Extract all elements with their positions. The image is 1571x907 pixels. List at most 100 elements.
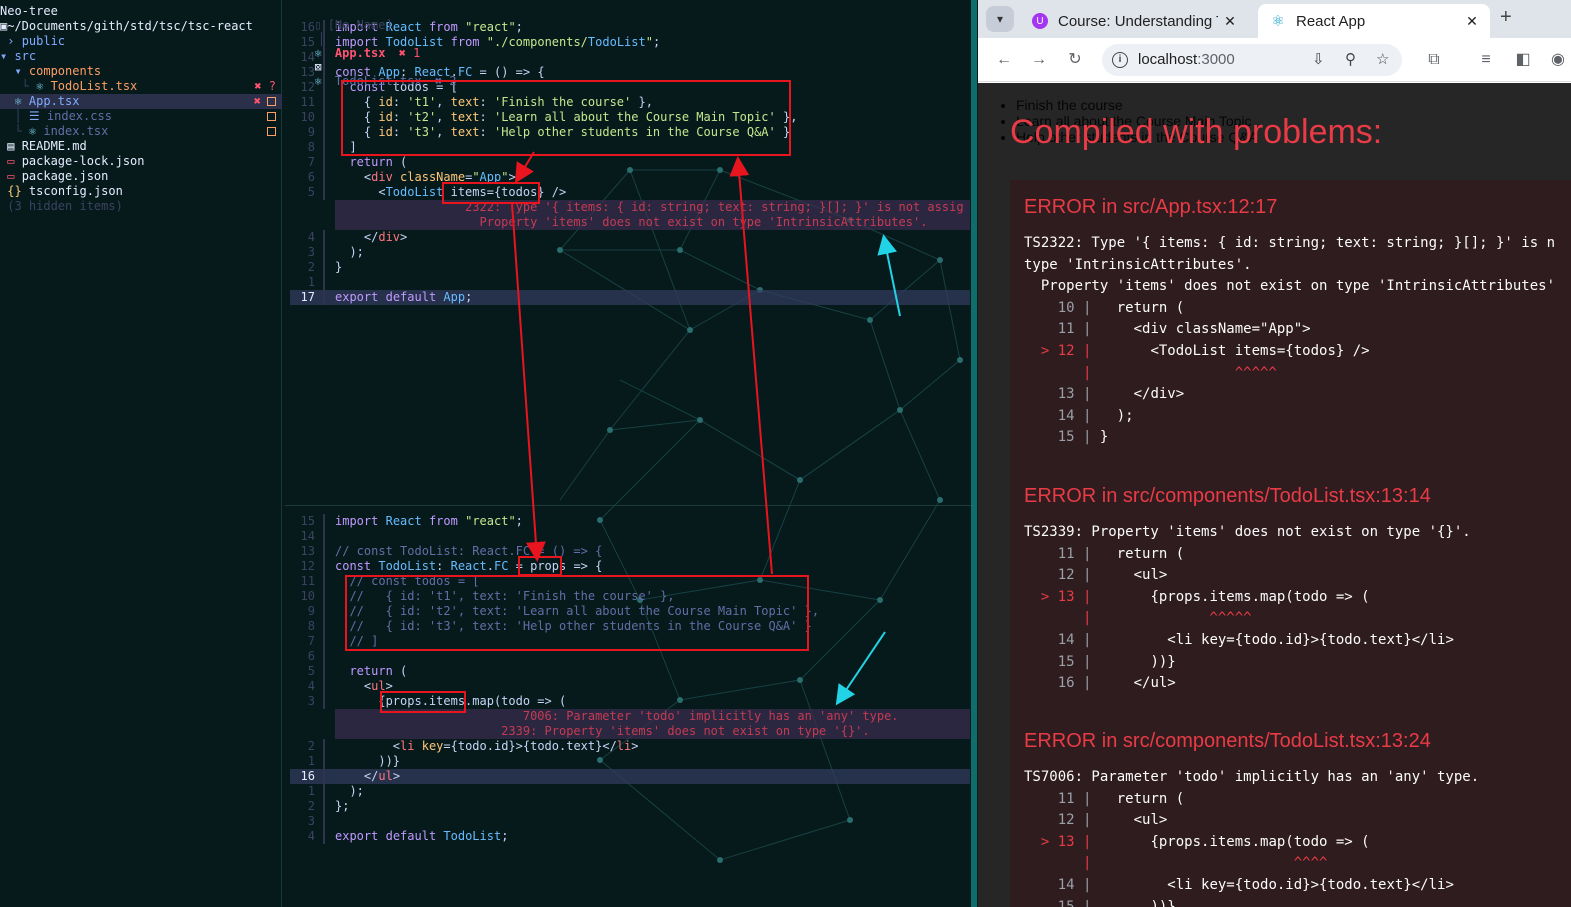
react-icon: ⚛ xyxy=(314,74,329,88)
diagnostic-message[interactable]: 7006: Parameter 'todo' implicitly has an… xyxy=(335,709,970,724)
react-icon: ⚛ xyxy=(1270,13,1286,30)
code-line[interactable]: 2} xyxy=(290,260,970,275)
code-line[interactable]: 8 // { id: 't3', text: 'Help other stude… xyxy=(290,619,970,634)
error-code-line: 11 | <div className="App"> xyxy=(1024,318,1311,340)
code-line[interactable]: 4 </div> xyxy=(290,230,970,245)
code-text: ); xyxy=(335,784,364,798)
line-number: 12 xyxy=(300,559,315,573)
tree-item[interactable]: └ ⚛ index.tsx xyxy=(0,124,282,139)
extensions-icon[interactable]: ⧉ xyxy=(1424,50,1444,70)
code-line[interactable]: 4 export default TodoList; xyxy=(290,829,970,844)
code-line[interactable]: 15 import React from "react"; xyxy=(290,514,970,529)
tree-item[interactable]: ⚛ App.tsx ✖ xyxy=(0,94,282,109)
side-panel-icon[interactable]: ◧ xyxy=(1513,50,1533,70)
browser-tab-course[interactable]: U Course: Understanding T ✕ xyxy=(1020,4,1248,38)
tree-item[interactable]: › public xyxy=(0,34,282,49)
code-line[interactable]: 13 // const TodoList: React.FC = () => { xyxy=(290,544,970,559)
code-line[interactable]: 2 <li key={todo.id}>{todo.text}</li> xyxy=(290,739,970,754)
error-code-line: > 12 | <TodoList items={todos} /> xyxy=(1024,340,1370,362)
new-tab-button[interactable]: + xyxy=(1500,6,1512,29)
code-line[interactable]: 17 export default App; xyxy=(290,290,970,305)
code-line[interactable]: 2}; xyxy=(290,799,970,814)
code-text: <ul> xyxy=(335,679,393,693)
diagnostic-message[interactable]: 2322: Type '{ items: { id: string; text:… xyxy=(335,200,970,215)
explorer-root[interactable]: ▣~/Documents/gith/std/tsc/tsc-react xyxy=(0,19,282,34)
code-line[interactable]: 10 { id: 't2', text: 'Learn all about th… xyxy=(290,110,970,125)
error-line-text: 12 | <ul> xyxy=(1024,812,1168,829)
code-line[interactable]: 3 {props.items.map(todo => ( xyxy=(290,694,970,709)
code-line[interactable]: 8 ] xyxy=(290,140,970,155)
error-line-text: 16 | </ul> xyxy=(1024,675,1176,692)
back-icon[interactable]: ← xyxy=(994,50,1014,70)
browser-tab-react-app[interactable]: ⚛ React App ✕ xyxy=(1258,4,1490,38)
error-code-line: | ^^^^^ xyxy=(1024,362,1277,384)
code-line[interactable]: 3 xyxy=(290,814,970,829)
code-line[interactable]: 10 // { id: 't1', text: 'Finish the cour… xyxy=(290,589,970,604)
url-text[interactable]: localhost:3000 xyxy=(1138,51,1235,68)
diagnostic-message[interactable]: 2339: Property 'items' does not exist on… xyxy=(335,724,970,739)
tree-item[interactable]: ▾ components xyxy=(0,64,282,79)
media-icon[interactable]: ≡ xyxy=(1476,50,1496,70)
tab-todolist[interactable]: ⚛ TodoList.tsx ✖ 2 xyxy=(314,74,462,88)
error-heading: ERROR in src/App.tsx:12:17 xyxy=(1024,196,1278,218)
zoom-icon[interactable]: ⚲ xyxy=(1345,50,1356,68)
close-icon[interactable]: ✕ xyxy=(1218,13,1242,30)
tree-item[interactable]: ▤ README.md xyxy=(0,139,282,154)
tree-item[interactable]: ▾ src xyxy=(0,49,282,64)
tree-item[interactable]: └ ⚛ TodoList.tsx ✖ ? xyxy=(0,79,282,94)
indent-guide xyxy=(323,739,325,754)
code-line[interactable]: 5 return ( xyxy=(290,664,970,679)
code-line[interactable]: 7 // ] xyxy=(290,634,970,649)
window-divider[interactable] xyxy=(971,0,977,907)
indent-guide xyxy=(323,275,325,290)
tab-app[interactable]: ⚛ App.tsx ✖ 1 xyxy=(314,46,426,60)
close-icon[interactable]: ✕ xyxy=(1460,13,1484,30)
code-line[interactable]: 16 </ul> xyxy=(290,769,970,784)
error-code-line: > 13 | {props.items.map(todo => ( xyxy=(1024,831,1370,853)
line-number: 3 xyxy=(307,245,315,259)
code-line[interactable]: 9 { id: 't3', text: 'Help other students… xyxy=(290,125,970,140)
tab-close-icon[interactable]: ⊠ xyxy=(314,60,321,74)
code-line[interactable]: 14 xyxy=(290,529,970,544)
code-line[interactable]: 11 { id: 't1', text: 'Finish the course'… xyxy=(290,95,970,110)
code-line[interactable]: 1 ); xyxy=(290,784,970,799)
forward-icon[interactable]: → xyxy=(1029,50,1049,70)
code-line[interactable]: 3 ); xyxy=(290,245,970,260)
profile-avatar[interactable]: ◉ xyxy=(1548,50,1568,70)
tree-item[interactable]: ▭ package-lock.json xyxy=(0,154,282,169)
code-line[interactable]: 4 <ul> xyxy=(290,679,970,694)
site-info-icon[interactable]: i xyxy=(1112,52,1128,68)
code-line[interactable]: 9 // { id: 't2', text: 'Learn all about … xyxy=(290,604,970,619)
tree-item[interactable]: {} tsconfig.json xyxy=(0,184,282,199)
code-text: // const TodoList: React.FC = () => { xyxy=(335,544,603,558)
code-line[interactable]: 6 xyxy=(290,649,970,664)
code-line[interactable]: 6 <div className="App"> xyxy=(290,170,970,185)
error-line-text: TS2322: Type '{ items: { id: string; tex… xyxy=(1024,235,1556,251)
code-line[interactable]: 1 xyxy=(290,275,970,290)
tab-no-name[interactable]: ▯ [No Name] xyxy=(314,18,398,32)
code-text: { id: 't2', text: 'Learn all about the C… xyxy=(335,110,798,124)
tab-search-icon[interactable]: ▾ xyxy=(986,6,1014,32)
tree-item[interactable]: ▭ package.json xyxy=(0,169,282,184)
error-code-line: type 'IntrinsicAttributes'. xyxy=(1024,254,1252,276)
code-line[interactable]: 7 return ( xyxy=(290,155,970,170)
tree-item[interactable]: (3 hidden items) xyxy=(0,199,282,214)
code-text: // { id: 't3', text: 'Help other student… xyxy=(335,619,812,633)
diagnostic-message[interactable]: Property 'items' does not exist on type … xyxy=(335,215,970,230)
error-code-line: TS2339: Property 'items' does not exist … xyxy=(1024,521,1471,543)
file-icon: ⚛ xyxy=(28,124,44,138)
tree-item[interactable]: │ ☰ index.css xyxy=(0,109,282,124)
error-code-line: TS7006: Parameter 'todo' implicitly has … xyxy=(1024,766,1479,788)
code-line[interactable]: 12 const TodoList: React.FC = props => { xyxy=(290,559,970,574)
indent-guide xyxy=(323,679,325,694)
code-line[interactable]: 11 // const todos = [ xyxy=(290,574,970,589)
code-line[interactable]: 5 <TodoList items={todos} /> xyxy=(290,185,970,200)
indent-guide xyxy=(323,649,325,664)
bookmark-star-icon[interactable]: ☆ xyxy=(1376,50,1389,68)
address-bar[interactable]: i localhost:3000 ⇩ ⚲ ☆ xyxy=(1102,44,1402,76)
reload-icon[interactable]: ↻ xyxy=(1065,50,1085,70)
file-icon: ▭ xyxy=(7,154,22,168)
install-icon[interactable]: ⇩ xyxy=(1312,50,1325,68)
error-code-line: 12 | <ul> xyxy=(1024,564,1168,586)
code-line[interactable]: 1 ))} xyxy=(290,754,970,769)
